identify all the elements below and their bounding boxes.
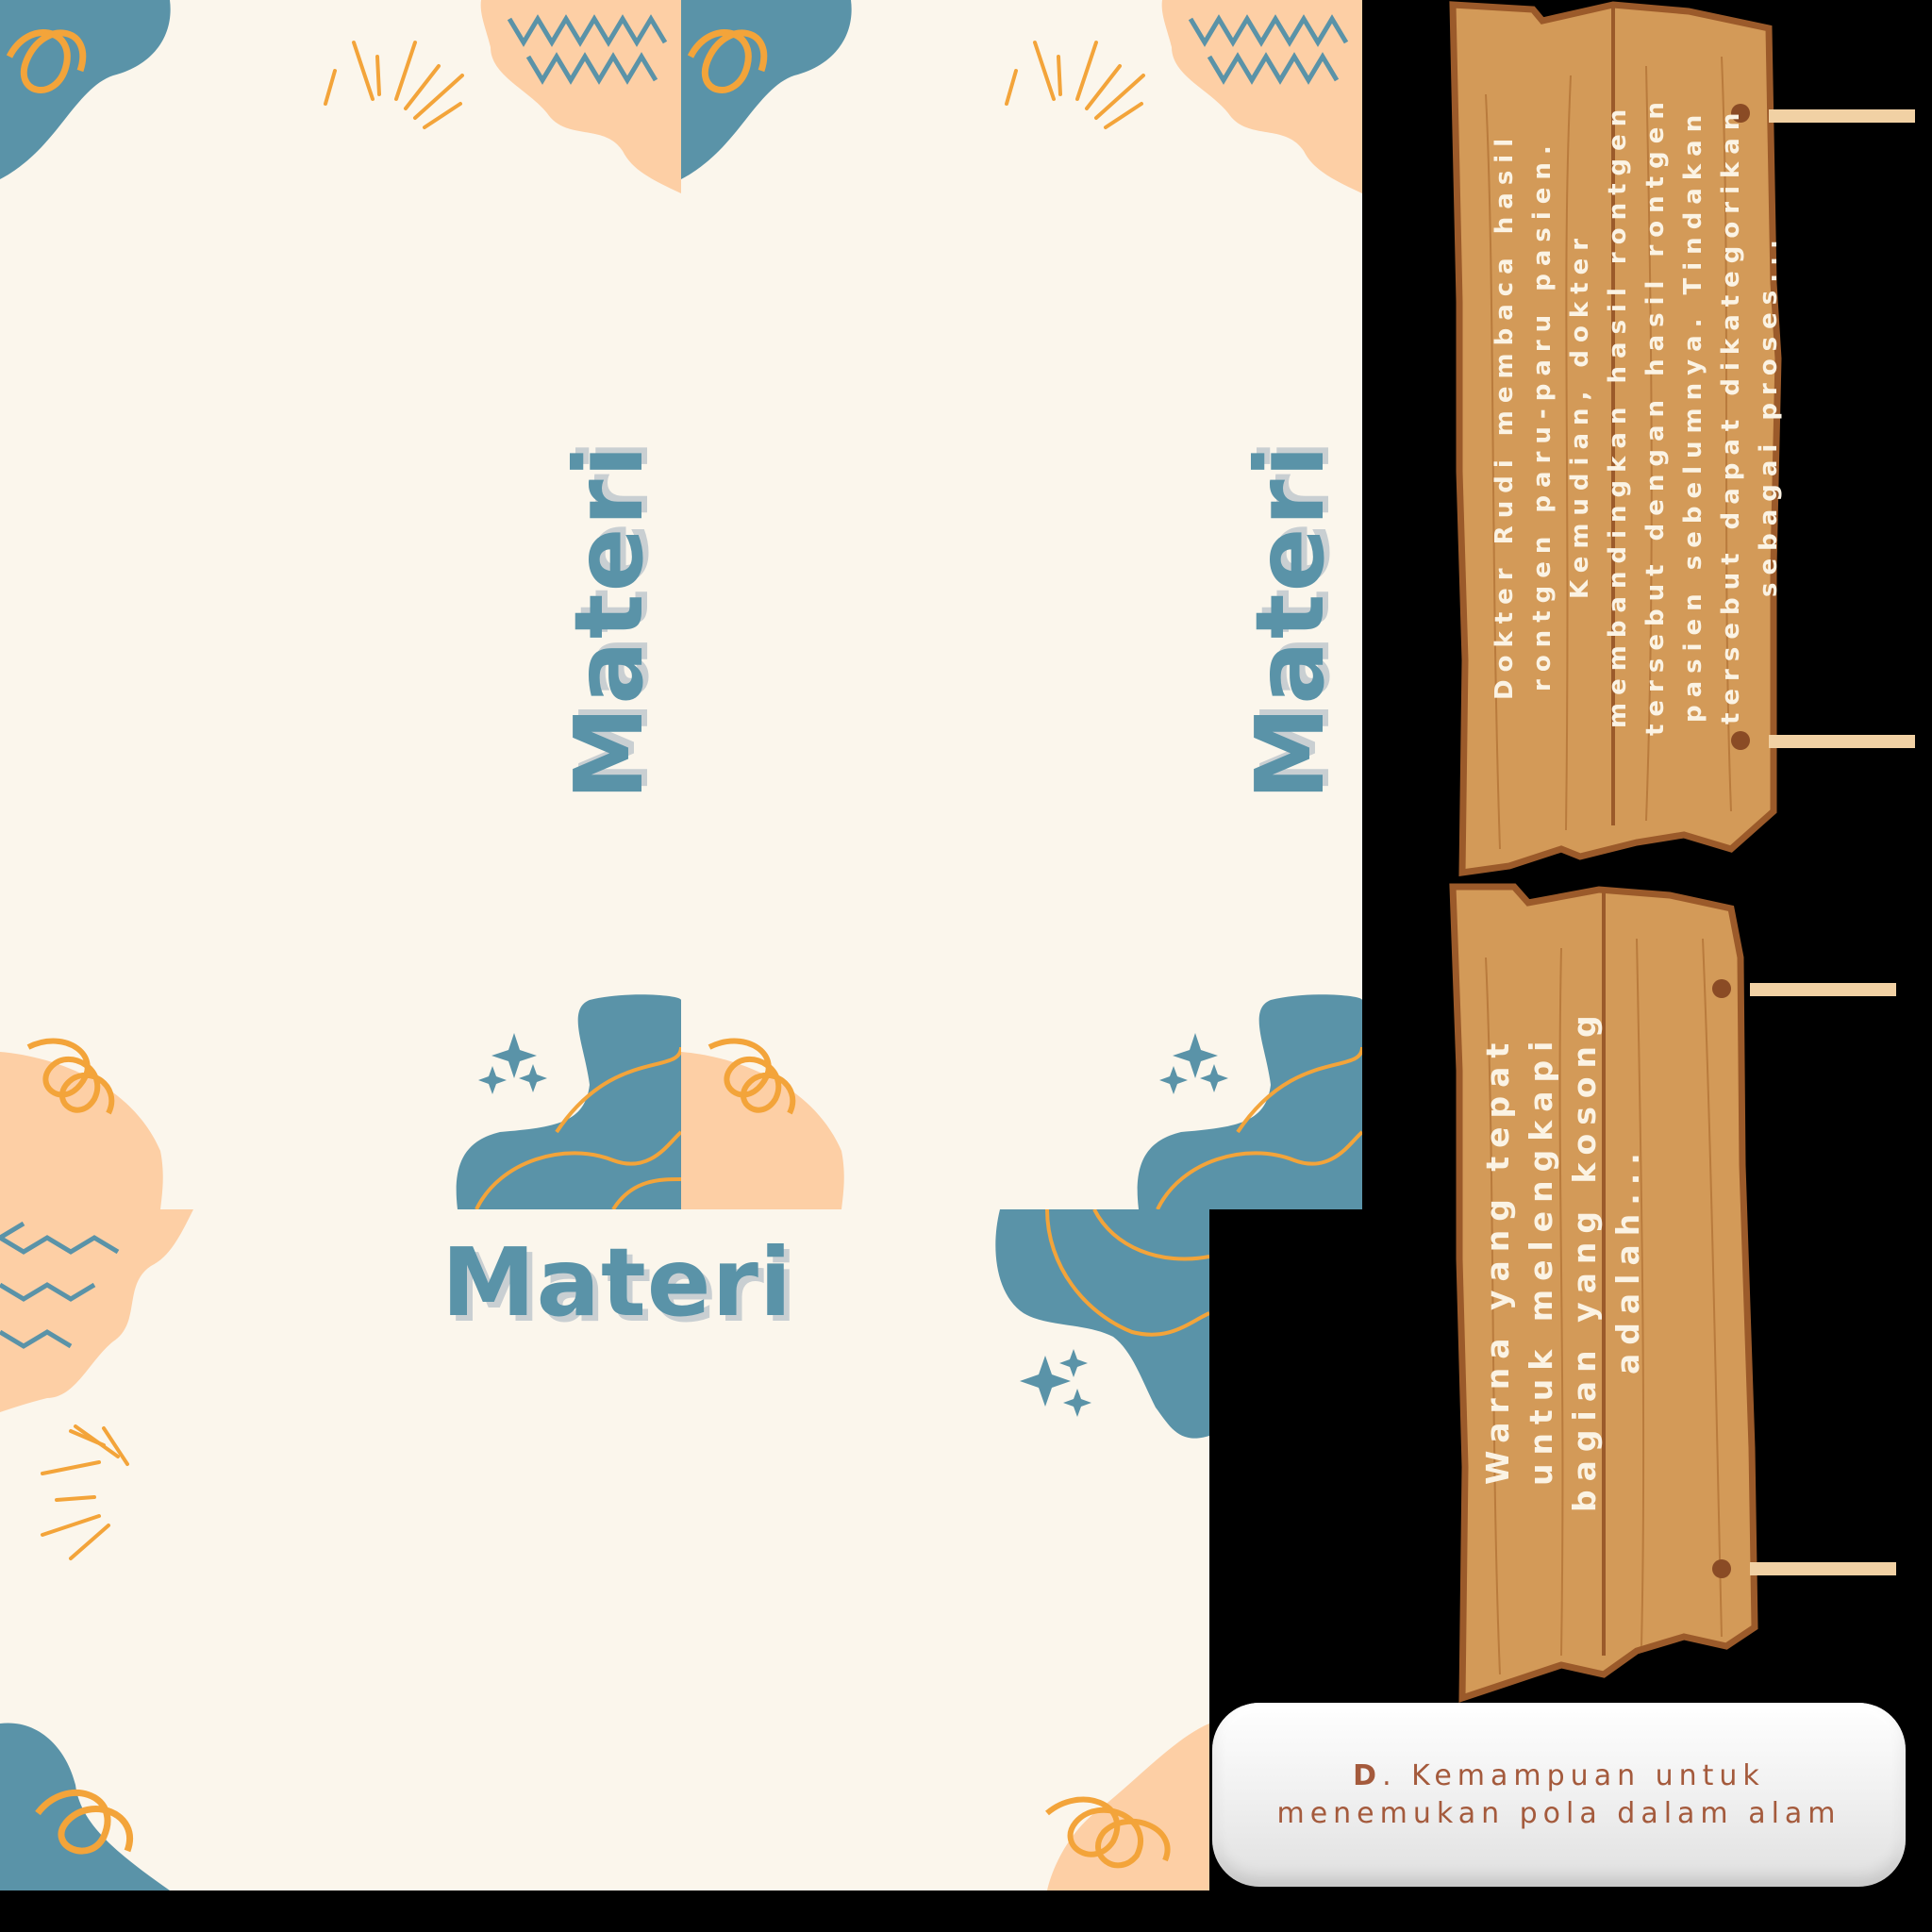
answer-option-letter: D: [1353, 1758, 1383, 1792]
slide-panel-1: Materi: [0, 0, 681, 1209]
slide-panel-3: Materi: [0, 1209, 1209, 1890]
question-text-2: Warna yang tepat untuk melengkapi bagian…: [1479, 1007, 1646, 1512]
question-text-1: Dokter Rudi membaca hasil rontgen paru-p…: [1491, 94, 1783, 736]
board-1-rod-bottom: [1769, 735, 1915, 748]
slide-title-vertical-2: Materi: [1235, 443, 1345, 801]
wooden-sign-board-1: Dokter Rudi membaca hasil rontgen paru-p…: [1448, 0, 1920, 882]
slide-panel-2: Materi: [681, 0, 1362, 1209]
slide-title-horizontal: Materi: [441, 1227, 793, 1338]
answer-option-separator: .: [1382, 1758, 1397, 1792]
wooden-sign-board-2: Warna yang tepat untuk melengkapi bagian…: [1448, 882, 1920, 1703]
answer-option-d-text: D. Kemampuan untuk menemukan pola dalam …: [1239, 1757, 1880, 1833]
answer-option-d-button[interactable]: D. Kemampuan untuk menemukan pola dalam …: [1212, 1703, 1906, 1887]
board-2-rod-bottom: [1750, 1562, 1896, 1575]
board-1-rod-top: [1769, 109, 1915, 123]
slide-title-vertical-1: Materi: [554, 443, 664, 801]
board-2-rod-top: [1750, 983, 1896, 996]
